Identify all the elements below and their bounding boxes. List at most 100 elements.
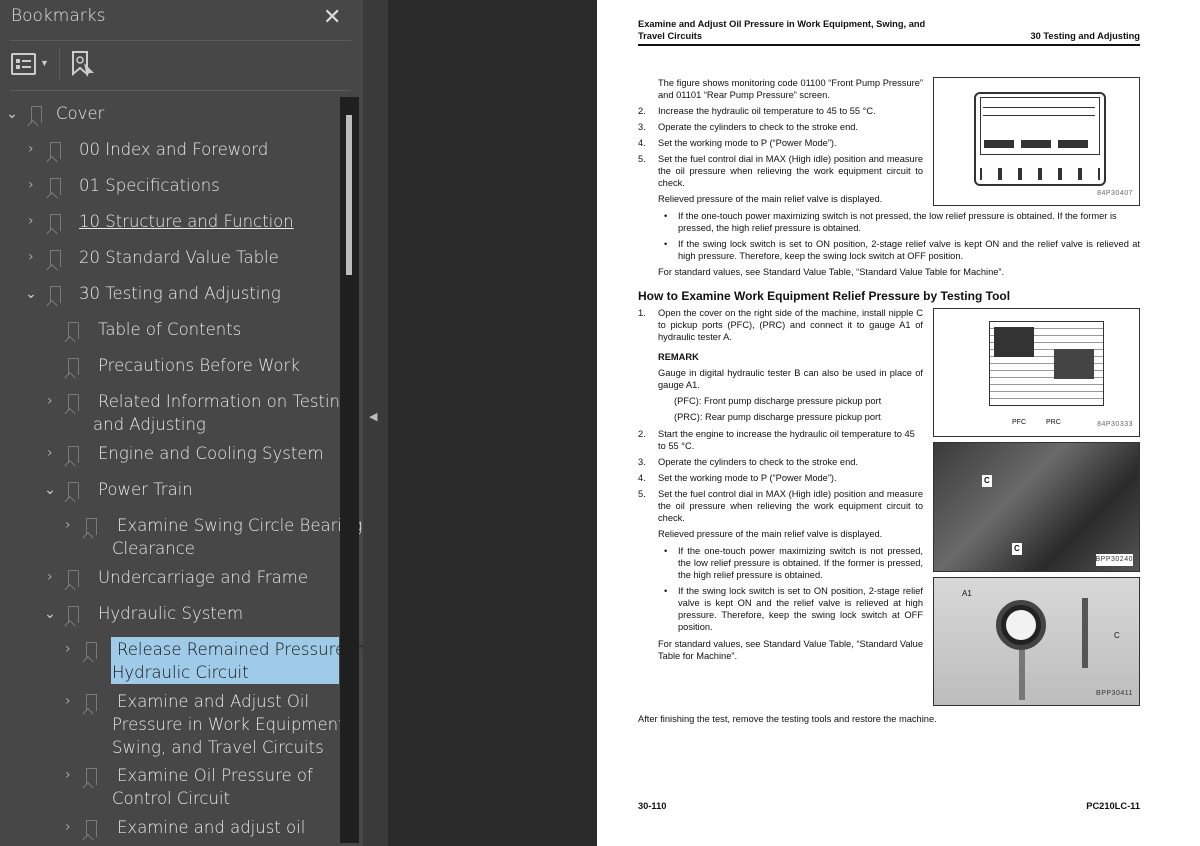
bookmark-item[interactable]: › Examine and adjust oil (0, 816, 340, 841)
chevron-right-icon[interactable]: › (59, 516, 77, 534)
bookmark-item[interactable]: ⌄ Cover (0, 102, 340, 127)
close-icon[interactable]: ✕ (323, 4, 341, 30)
bookmark-label: 30 Testing and Adjusting (79, 284, 281, 303)
bookmark-label: Engine and Cooling System (98, 444, 324, 463)
bookmark-icon (68, 606, 79, 623)
chevron-down-icon[interactable]: ⌄ (41, 605, 59, 623)
bookmarks-panel: Bookmarks ✕ ▼ ⌄ Cover › 00 Index and Forew… (0, 0, 365, 846)
list-options-icon[interactable] (11, 53, 36, 75)
bookmark-item[interactable]: ⌄ Power Train (0, 478, 340, 503)
paragraph: The figure shows monitoring code 01100 “… (658, 78, 923, 100)
bookmark-item[interactable]: › 20 Standard Value Table (0, 246, 340, 271)
figure-caption: BPP30411 (1096, 690, 1133, 697)
steps-list: 2. Start the engine to increase the hydra… (638, 429, 923, 539)
chevron-right-icon[interactable]: › (59, 640, 77, 658)
bookmark-item[interactable]: › Examine Swing Circle Bearing Clearance (0, 514, 362, 562)
bookmark-label: Swing, and Travel Circuits (112, 738, 324, 757)
bookmark-item[interactable]: › Examine and Adjust Oil Pressure in Work … (0, 690, 350, 760)
bookmark-item[interactable]: › Engine and Cooling System (0, 442, 340, 467)
chevron-down-icon[interactable]: ⌄ (22, 285, 40, 303)
bookmark-icon (50, 142, 61, 159)
paragraph: After finishing the test, remove the tes… (638, 714, 937, 724)
bookmark-icon (68, 482, 79, 499)
bookmark-icon (86, 768, 97, 785)
chevron-right-icon[interactable]: › (41, 392, 59, 410)
bookmark-label: Hydraulic System (98, 604, 244, 623)
bookmark-item[interactable]: › Examine Oil Pressure of Control Circuit (0, 764, 340, 812)
paragraph: For standard values, see Standard Value … (658, 267, 1005, 277)
panel-title: Bookmarks (11, 6, 106, 26)
divider (10, 40, 351, 41)
bookmark-label: Cover (56, 104, 105, 123)
chevron-down-icon[interactable]: ⌄ (41, 481, 59, 499)
scrollbar-thumb[interactable] (346, 115, 352, 275)
bookmark-label: Precautions Before Work (98, 356, 300, 375)
bookmark-item[interactable]: Table of Contents (0, 318, 340, 343)
bookmark-label: 10 Structure and Function (79, 212, 294, 231)
bookmark-icon (50, 250, 61, 267)
engine-photo-figure: C C BPP30240 (933, 442, 1140, 572)
chevron-right-icon[interactable]: › (22, 212, 40, 230)
bookmark-icon (86, 518, 97, 535)
bookmark-icon (68, 446, 79, 463)
bookmark-icon (68, 394, 79, 411)
steps-list: 2. Increase the hydraulic oil temperature… (638, 106, 923, 204)
chevron-right-icon[interactable]: › (22, 140, 40, 158)
chevron-right-icon[interactable]: › (41, 444, 59, 462)
figure-caption: BPP30240 (1095, 554, 1133, 566)
bookmark-item-selected[interactable]: › Release Remained Pressure in Hydraulic C… (0, 637, 365, 685)
page-header-section: 30 Testing and Adjusting (1030, 31, 1140, 41)
paragraph: (PFC): Front pump discharge pressure pic… (674, 396, 882, 406)
bookmark-item[interactable]: › 00 Index and Foreword (0, 138, 340, 163)
step: 1. Open the cover on the right side of th… (638, 308, 923, 342)
figure-caption: 84P30333 (1097, 421, 1133, 428)
divider (10, 90, 351, 91)
bookmark-label: Related Information on Testing (98, 392, 350, 411)
bookmark-label: Power Train (98, 480, 193, 499)
bookmark-find-icon[interactable] (70, 50, 96, 78)
chevron-right-icon[interactable]: › (59, 818, 77, 836)
bookmark-label: Control Circuit (112, 789, 230, 808)
chevron-right-icon[interactable]: › (22, 176, 40, 194)
bookmark-label: Examine Swing Circle Bearing (117, 516, 363, 535)
bookmark-item[interactable]: › 10 Structure and Function (0, 210, 340, 235)
panel-splitter[interactable]: ◀ (363, 0, 388, 846)
bookmark-icon (31, 106, 42, 123)
bookmark-icon (50, 178, 61, 195)
bookmark-item[interactable]: ⌄ Hydraulic System (0, 602, 340, 627)
bookmark-label: Examine and Adjust Oil (117, 692, 310, 711)
scrollbar[interactable] (340, 97, 359, 843)
chevron-right-icon[interactable]: › (22, 248, 40, 266)
paragraph: For standard values, see Standard Value … (658, 639, 923, 661)
bookmark-item[interactable]: › Undercarriage and Frame (0, 566, 340, 591)
bookmark-item[interactable]: › 01 Specifications (0, 174, 340, 199)
bookmark-label: Clearance (112, 539, 195, 558)
bookmark-item[interactable]: › Related Information on Testing and Adjus… (0, 390, 350, 438)
page-number: 30-110 (638, 801, 667, 811)
bookmark-label: Pressure in Work Equipment, (112, 715, 350, 734)
chevron-down-icon[interactable]: ⌄ (3, 105, 21, 123)
bookmark-label: Examine and adjust oil (117, 818, 306, 837)
remark-label: REMARK (658, 352, 699, 362)
bookmark-icon (86, 694, 97, 711)
bookmark-item[interactable]: Precautions Before Work (0, 354, 340, 379)
chevron-right-icon[interactable]: › (41, 568, 59, 586)
header-rule (638, 44, 1140, 46)
bookmark-item[interactable]: ⌄ 30 Testing and Adjusting (0, 282, 340, 307)
figure-caption: 84P30407 (1097, 190, 1133, 197)
chevron-right-icon[interactable]: › (59, 692, 77, 710)
bookmark-label: Table of Contents (98, 320, 242, 339)
collapse-panel-icon[interactable]: ◀ (369, 410, 377, 423)
bookmark-label: Undercarriage and Frame (98, 568, 309, 587)
bookmark-label: Examine Oil Pressure of (117, 766, 313, 785)
model-number: PC210LC-11 (1086, 801, 1140, 811)
chevron-down-icon[interactable]: ▼ (40, 58, 49, 68)
page-header-title: Examine and Adjust Oil Pressure in Work … (638, 19, 926, 41)
chevron-right-icon[interactable]: › (59, 766, 77, 784)
bookmark-icon (50, 214, 61, 231)
paragraph: (PRC): Rear pump discharge pressure pick… (674, 412, 881, 422)
bullet-list: • If the one-touch power maximizing switc… (664, 211, 1140, 261)
pdf-page: Examine and Adjust Oil Pressure in Work … (597, 0, 1200, 846)
bookmark-icon (86, 820, 97, 837)
bookmark-label: 01 Specifications (79, 176, 220, 195)
